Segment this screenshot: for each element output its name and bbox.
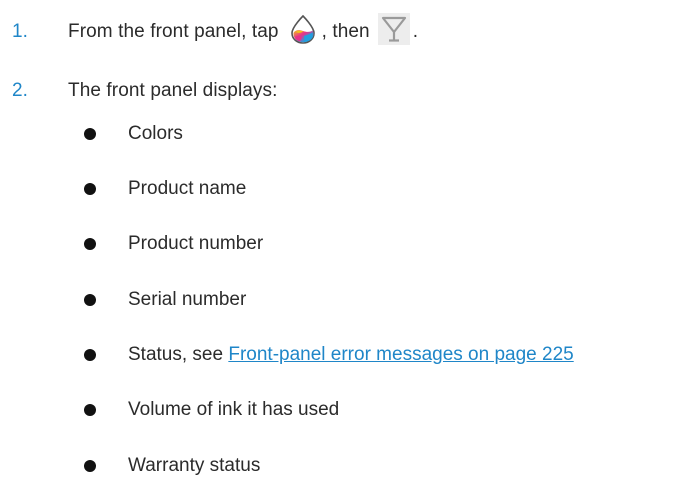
list-item-text: Product name [128, 178, 247, 199]
list-item-text: Volume of ink it has used [128, 399, 340, 420]
step-1-text-end: . [412, 21, 419, 42]
step-number: 1. [12, 21, 29, 42]
list-item-text: Status, see Front-panel error messages o… [128, 344, 574, 366]
step-text: From the front panel, tap , then . [68, 13, 418, 51]
ink-drop-icon[interactable] [287, 13, 319, 51]
list-item-text: Serial number [128, 289, 247, 310]
error-messages-link[interactable]: Front-panel error messages on page 225 [228, 344, 573, 365]
step-1-text-middle: , then [321, 21, 370, 42]
printhead-icon[interactable] [377, 13, 410, 51]
bullet-icon [84, 404, 96, 416]
status-text: Status, see [128, 344, 229, 365]
bullet-icon [84, 349, 96, 361]
bullet-icon [84, 128, 96, 140]
list-item-text: Warranty status [128, 455, 261, 476]
list-item-text: Product number [128, 233, 264, 254]
bullet-icon [84, 294, 96, 306]
document-page: 1. From the front panel, tap , then . 2.… [0, 0, 691, 499]
step-1-text-start: From the front panel, tap [68, 21, 279, 42]
bullet-icon [84, 238, 96, 250]
step-text: The front panel displays: [68, 80, 278, 101]
list-item-text: Colors [128, 123, 183, 144]
bullet-icon [84, 183, 96, 195]
step-number: 2. [12, 80, 29, 101]
bullet-icon [84, 460, 96, 472]
